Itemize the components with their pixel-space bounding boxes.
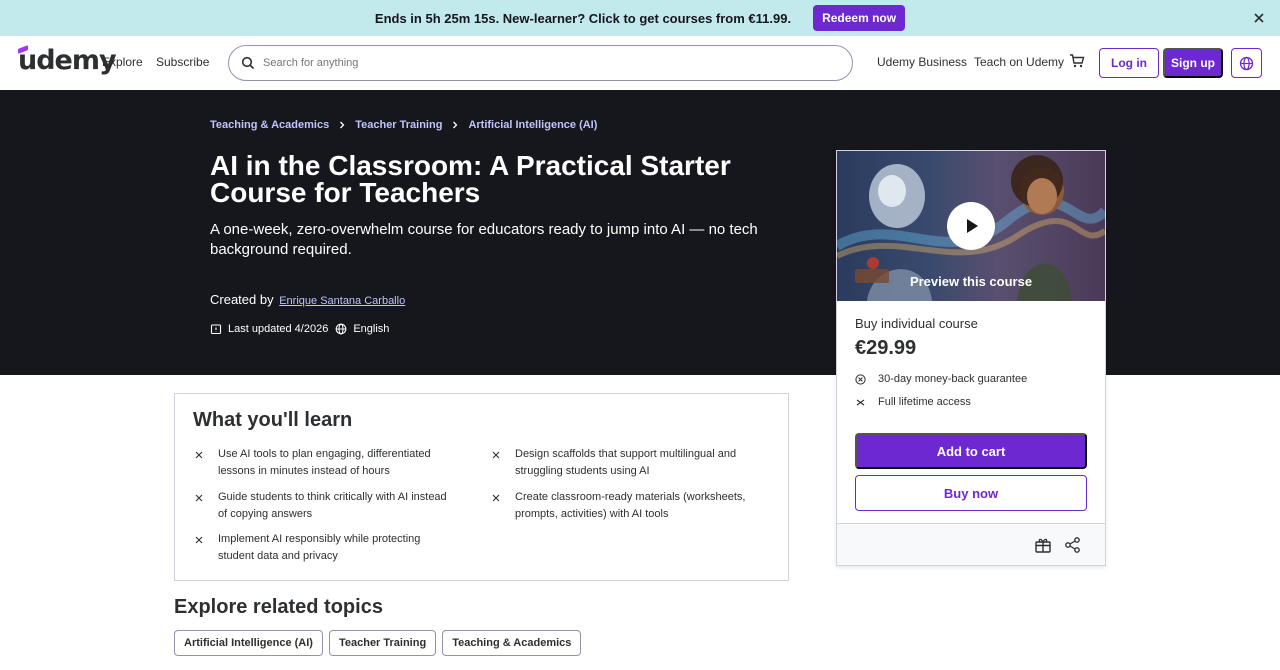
- learn-title: What you'll learn: [193, 409, 353, 431]
- last-updated: Last updated 4/2026: [228, 323, 329, 335]
- learn-box: What you'll learn Use AI tools to plan e…: [174, 393, 789, 581]
- feature-money-back: 30-day money-back guarantee: [855, 373, 1027, 385]
- learn-item-text: Use AI tools to plan engaging, different…: [218, 448, 431, 477]
- breadcrumb: Teaching & Academics Teacher Training Ar…: [210, 119, 597, 131]
- purchase-card: Preview this course Buy individual cours…: [836, 150, 1106, 566]
- subscribe-link[interactable]: Subscribe: [156, 55, 209, 69]
- learn-item: Use AI tools to plan engaging, different…: [194, 446, 454, 480]
- related-topics-list: Artificial Intelligence (AI) Teacher Tra…: [174, 630, 587, 656]
- breadcrumb-teacher-training[interactable]: Teacher Training: [355, 119, 442, 131]
- course-title: AI in the Classroom: A Practical Starter…: [210, 150, 731, 208]
- explore-link[interactable]: Explore: [102, 55, 143, 69]
- course-language: English: [353, 323, 390, 335]
- cart-icon[interactable]: [1069, 53, 1085, 74]
- breadcrumb-teaching-academics[interactable]: Teaching & Academics: [210, 119, 329, 131]
- infinity-icon: [855, 397, 866, 408]
- topic-teaching-academics[interactable]: Teaching & Academics: [442, 630, 582, 656]
- logo-text: udemy: [18, 45, 117, 76]
- check-icon: [855, 373, 866, 385]
- chevron-right-icon: [338, 121, 346, 129]
- login-button[interactable]: Log in: [1099, 48, 1159, 78]
- play-button[interactable]: [947, 202, 995, 250]
- course-price: €29.99: [855, 337, 917, 359]
- topic-teacher-training[interactable]: Teacher Training: [328, 630, 437, 656]
- globe-icon: [1239, 56, 1254, 70]
- language-button[interactable]: [1231, 48, 1262, 78]
- course-meta: Last updated 4/2026 English: [210, 323, 389, 335]
- promo-text[interactable]: Ends in 5h 25m 15s. New-learner? Click t…: [375, 11, 791, 26]
- created-by: Created by Enrique Santana Carballo: [210, 292, 405, 307]
- learn-item-text: Guide students to think critically with …: [218, 491, 447, 520]
- preview-label[interactable]: Preview this course: [837, 274, 1105, 289]
- search-bar[interactable]: [228, 45, 853, 81]
- card-footer: [837, 523, 1105, 565]
- related-topics-title: Explore related topics: [174, 596, 383, 618]
- signup-button[interactable]: Sign up: [1163, 48, 1223, 78]
- check-icon: [194, 492, 204, 509]
- close-icon[interactable]: [1250, 9, 1268, 27]
- check-icon: [491, 449, 501, 466]
- course-subtitle: A one-week, zero-overwhelm course for ed…: [210, 221, 758, 258]
- learn-item-text: Design scaffolds that support multilingu…: [515, 448, 737, 477]
- created-by-label: Created by: [210, 292, 274, 307]
- learn-item: Design scaffolds that support multilingu…: [491, 446, 751, 480]
- feature-label: 30-day money-back guarantee: [878, 373, 1028, 385]
- topic-ai[interactable]: Artificial Intelligence (AI): [174, 630, 323, 656]
- learn-item-text: Implement AI responsibly while protectin…: [218, 533, 421, 562]
- chevron-right-icon: [451, 121, 459, 129]
- teach-link[interactable]: Teach on Udemy: [974, 55, 1064, 69]
- course-preview-video[interactable]: Preview this course: [837, 151, 1105, 301]
- feature-lifetime-access: Full lifetime access: [855, 396, 971, 408]
- share-icon[interactable]: [1064, 536, 1082, 559]
- globe-icon: [335, 323, 347, 335]
- buy-now-button[interactable]: Buy now: [855, 475, 1087, 511]
- play-icon: [967, 219, 978, 233]
- search-input[interactable]: [263, 57, 823, 69]
- gift-icon[interactable]: [1034, 536, 1052, 559]
- site-header: udemy Explore Subscribe Udemy Business T…: [0, 36, 1280, 90]
- price-block: Buy individual course €29.99: [855, 316, 1087, 360]
- learn-item: Implement AI responsibly while protectin…: [194, 531, 454, 565]
- udemy-logo[interactable]: udemy: [18, 45, 117, 76]
- search-icon: [241, 56, 255, 70]
- buy-label: Buy individual course: [855, 316, 978, 331]
- feature-label: Full lifetime access: [878, 396, 971, 408]
- check-icon: [491, 492, 501, 509]
- breadcrumb-ai[interactable]: Artificial Intelligence (AI): [468, 119, 597, 131]
- check-icon: [194, 449, 204, 466]
- promo-banner: Ends in 5h 25m 15s. New-learner? Click t…: [0, 0, 1280, 36]
- add-to-cart-button[interactable]: Add to cart: [855, 433, 1087, 469]
- calendar-alert-icon: [210, 323, 222, 335]
- learn-item-text: Create classroom-ready materials (worksh…: [515, 491, 746, 520]
- author-link[interactable]: Enrique Santana Carballo: [279, 295, 405, 307]
- learn-item: Create classroom-ready materials (worksh…: [491, 489, 751, 523]
- redeem-button[interactable]: Redeem now: [813, 5, 906, 31]
- learn-item: Guide students to think critically with …: [194, 489, 454, 523]
- check-icon: [194, 534, 204, 551]
- udemy-business-link[interactable]: Udemy Business: [877, 55, 967, 69]
